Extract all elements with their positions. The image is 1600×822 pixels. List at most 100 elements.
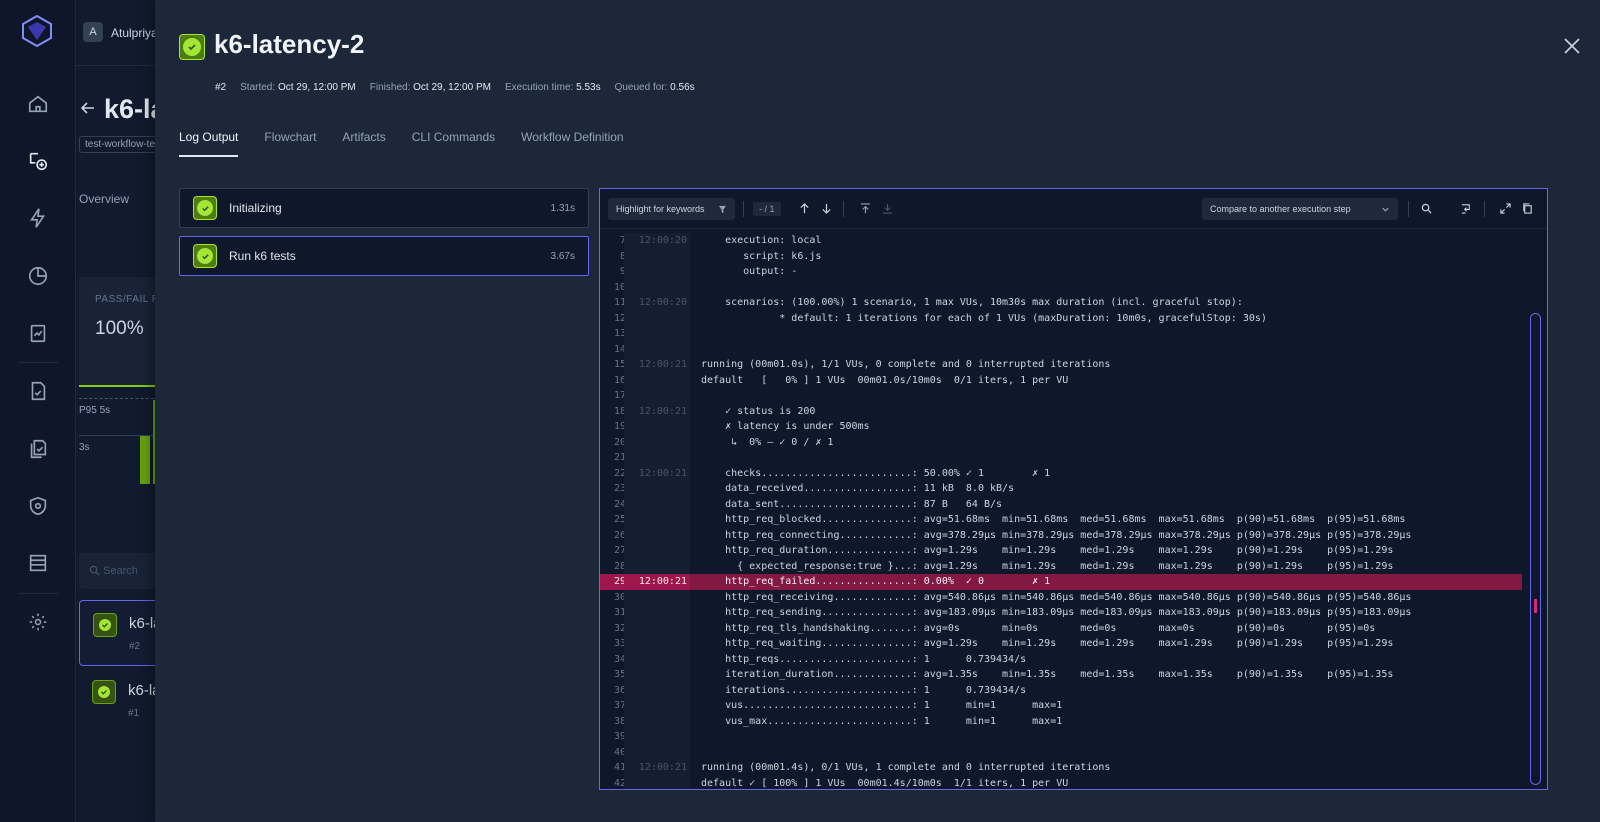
scroll-bottom-icon[interactable] bbox=[882, 203, 893, 214]
line-number: 42 bbox=[613, 777, 626, 789]
wrap-lines-icon[interactable] bbox=[1461, 203, 1472, 214]
tab-log-output[interactable]: Log Output bbox=[179, 130, 239, 157]
log-line: 35 iteration_duration.............: avg=… bbox=[600, 667, 1522, 683]
workflow-label-chip: test-workflow-te bbox=[79, 136, 162, 153]
step-item-initializing[interactable]: Initializing 1.31s bbox=[179, 188, 589, 228]
log-line: 29 12:00:21 http_req_failed..............… bbox=[600, 574, 1522, 590]
line-text: http_req_tls_handshaking.......: avg=0s … bbox=[701, 622, 1376, 634]
line-timestamp bbox=[624, 713, 690, 729]
log-line: 7 12:00:20 execution: local bbox=[600, 233, 1522, 249]
log-line: 13 bbox=[600, 326, 1522, 342]
line-number: 27 bbox=[613, 545, 626, 556]
testkube-logo[interactable] bbox=[20, 14, 54, 48]
log-viewer: Highlight for keywords - / 1 Compare to … bbox=[599, 188, 1548, 790]
line-number: 12 bbox=[613, 312, 626, 324]
tab-workflow-definition[interactable]: Workflow Definition bbox=[521, 130, 623, 157]
line-timestamp bbox=[624, 512, 690, 528]
log-line: 39 bbox=[600, 729, 1522, 745]
line-text: running (00m01.4s), 0/1 VUs, 1 complete … bbox=[701, 762, 1111, 773]
line-number: 28 bbox=[613, 560, 626, 572]
line-timestamp: 12:00:21 bbox=[624, 760, 690, 776]
tab-flowchart[interactable]: Flowchart bbox=[264, 130, 316, 157]
line-timestamp bbox=[624, 326, 690, 342]
line-number: 21 bbox=[613, 452, 626, 463]
line-timestamp bbox=[624, 775, 690, 789]
org-avatar[interactable]: A bbox=[83, 22, 103, 42]
add-workflow-icon[interactable] bbox=[24, 147, 52, 175]
compare-step-select[interactable]: Compare to another execution step bbox=[1202, 198, 1398, 220]
line-timestamp bbox=[624, 341, 690, 357]
log-scrollbar[interactable] bbox=[1530, 313, 1541, 785]
log-line: 24 data_sent......................: 87 B… bbox=[600, 496, 1522, 512]
back-arrow-icon[interactable] bbox=[80, 100, 96, 116]
execution-number: #2 bbox=[215, 82, 227, 93]
line-text: http_req_sending...............: avg=183… bbox=[701, 607, 1412, 618]
line-number: 40 bbox=[613, 746, 626, 758]
line-text: http_req_blocked...............: avg=51.… bbox=[701, 514, 1406, 525]
pass-rate-line bbox=[79, 385, 159, 387]
line-text: iteration_duration.............: avg=1.3… bbox=[701, 669, 1394, 680]
search-icon[interactable] bbox=[1421, 203, 1432, 214]
log-line: 28 { expected_response:true }...: avg=1.… bbox=[600, 558, 1522, 574]
line-number: 37 bbox=[613, 700, 626, 711]
log-line: 15 12:00:21 running (00m01.0s), 1/1 VUs, 0… bbox=[600, 357, 1522, 373]
line-timestamp: 12:00:21 bbox=[624, 574, 690, 590]
execution-number: #1 bbox=[128, 708, 140, 719]
line-timestamp bbox=[624, 558, 690, 574]
filter-icon bbox=[718, 205, 727, 213]
line-number: 32 bbox=[613, 622, 626, 634]
fullscreen-icon[interactable] bbox=[1500, 203, 1511, 214]
line-number: 9 bbox=[619, 266, 626, 277]
line-text: * default: 1 iterations for each of 1 VU… bbox=[701, 312, 1267, 324]
highlight-keywords-button[interactable]: Highlight for keywords bbox=[608, 198, 735, 220]
lightning-icon[interactable] bbox=[24, 204, 52, 232]
line-text: http_req_waiting...............: avg=1.2… bbox=[701, 638, 1394, 649]
close-icon[interactable] bbox=[1562, 36, 1582, 56]
line-number: 39 bbox=[613, 731, 626, 742]
passed-status-icon bbox=[193, 244, 217, 268]
shield-icon[interactable] bbox=[24, 492, 52, 520]
line-text: checks.........................: 50.00% … bbox=[701, 467, 1051, 479]
axis-label: 3s bbox=[79, 442, 90, 453]
scroll-top-icon[interactable] bbox=[860, 203, 871, 214]
line-text: script: k6.js bbox=[701, 250, 822, 262]
home-icon[interactable] bbox=[24, 90, 52, 118]
line-timestamp bbox=[624, 651, 690, 667]
log-line: 19 ✗ latency is under 500ms bbox=[600, 419, 1522, 435]
log-line: 9 output: - bbox=[600, 264, 1522, 280]
line-timestamp bbox=[624, 682, 690, 698]
step-name: Initializing bbox=[229, 201, 282, 215]
log-toolbar: Highlight for keywords - / 1 Compare to … bbox=[600, 189, 1547, 229]
arrow-up-icon[interactable] bbox=[799, 203, 810, 214]
server-icon[interactable] bbox=[24, 549, 52, 577]
file-check-icon[interactable] bbox=[24, 377, 52, 405]
tab-artifacts[interactable]: Artifacts bbox=[342, 130, 385, 157]
gear-icon[interactable] bbox=[24, 608, 52, 636]
arrow-down-icon[interactable] bbox=[821, 203, 832, 214]
line-number: 7 bbox=[619, 235, 626, 246]
line-text: execution: local bbox=[701, 235, 822, 246]
finished-meta: Finished: Oct 29, 12:00 PM bbox=[369, 82, 491, 93]
pass-fail-label: PASS/FAIL R bbox=[95, 294, 160, 305]
drawer-tabs: Log Output Flowchart Artifacts CLI Comma… bbox=[179, 130, 624, 157]
log-line: 12 * default: 1 iterations for each of 1… bbox=[600, 310, 1522, 326]
tab-overview[interactable]: Overview bbox=[79, 192, 129, 206]
files-check-icon[interactable] bbox=[24, 435, 52, 463]
log-line: 36 iterations.....................: 1 0.… bbox=[600, 682, 1522, 698]
pie-chart-icon[interactable] bbox=[24, 262, 52, 290]
clipboard-chart-icon[interactable] bbox=[24, 319, 52, 347]
line-timestamp bbox=[624, 264, 690, 280]
line-timestamp bbox=[624, 605, 690, 621]
line-timestamp: 12:00:21 bbox=[624, 357, 690, 373]
tab-cli-commands[interactable]: CLI Commands bbox=[412, 130, 495, 157]
copy-icon[interactable] bbox=[1522, 203, 1533, 214]
line-number: 24 bbox=[613, 498, 626, 510]
line-timestamp bbox=[624, 543, 690, 559]
log-line: 18 12:00:21 ✓ status is 200 bbox=[600, 403, 1522, 419]
line-timestamp bbox=[624, 450, 690, 466]
line-timestamp bbox=[624, 620, 690, 636]
toolbar-divider bbox=[1408, 201, 1409, 217]
line-timestamp bbox=[624, 310, 690, 326]
passed-status-icon bbox=[193, 196, 217, 220]
step-item-run-k6-tests[interactable]: Run k6 tests 3.67s bbox=[179, 236, 589, 276]
